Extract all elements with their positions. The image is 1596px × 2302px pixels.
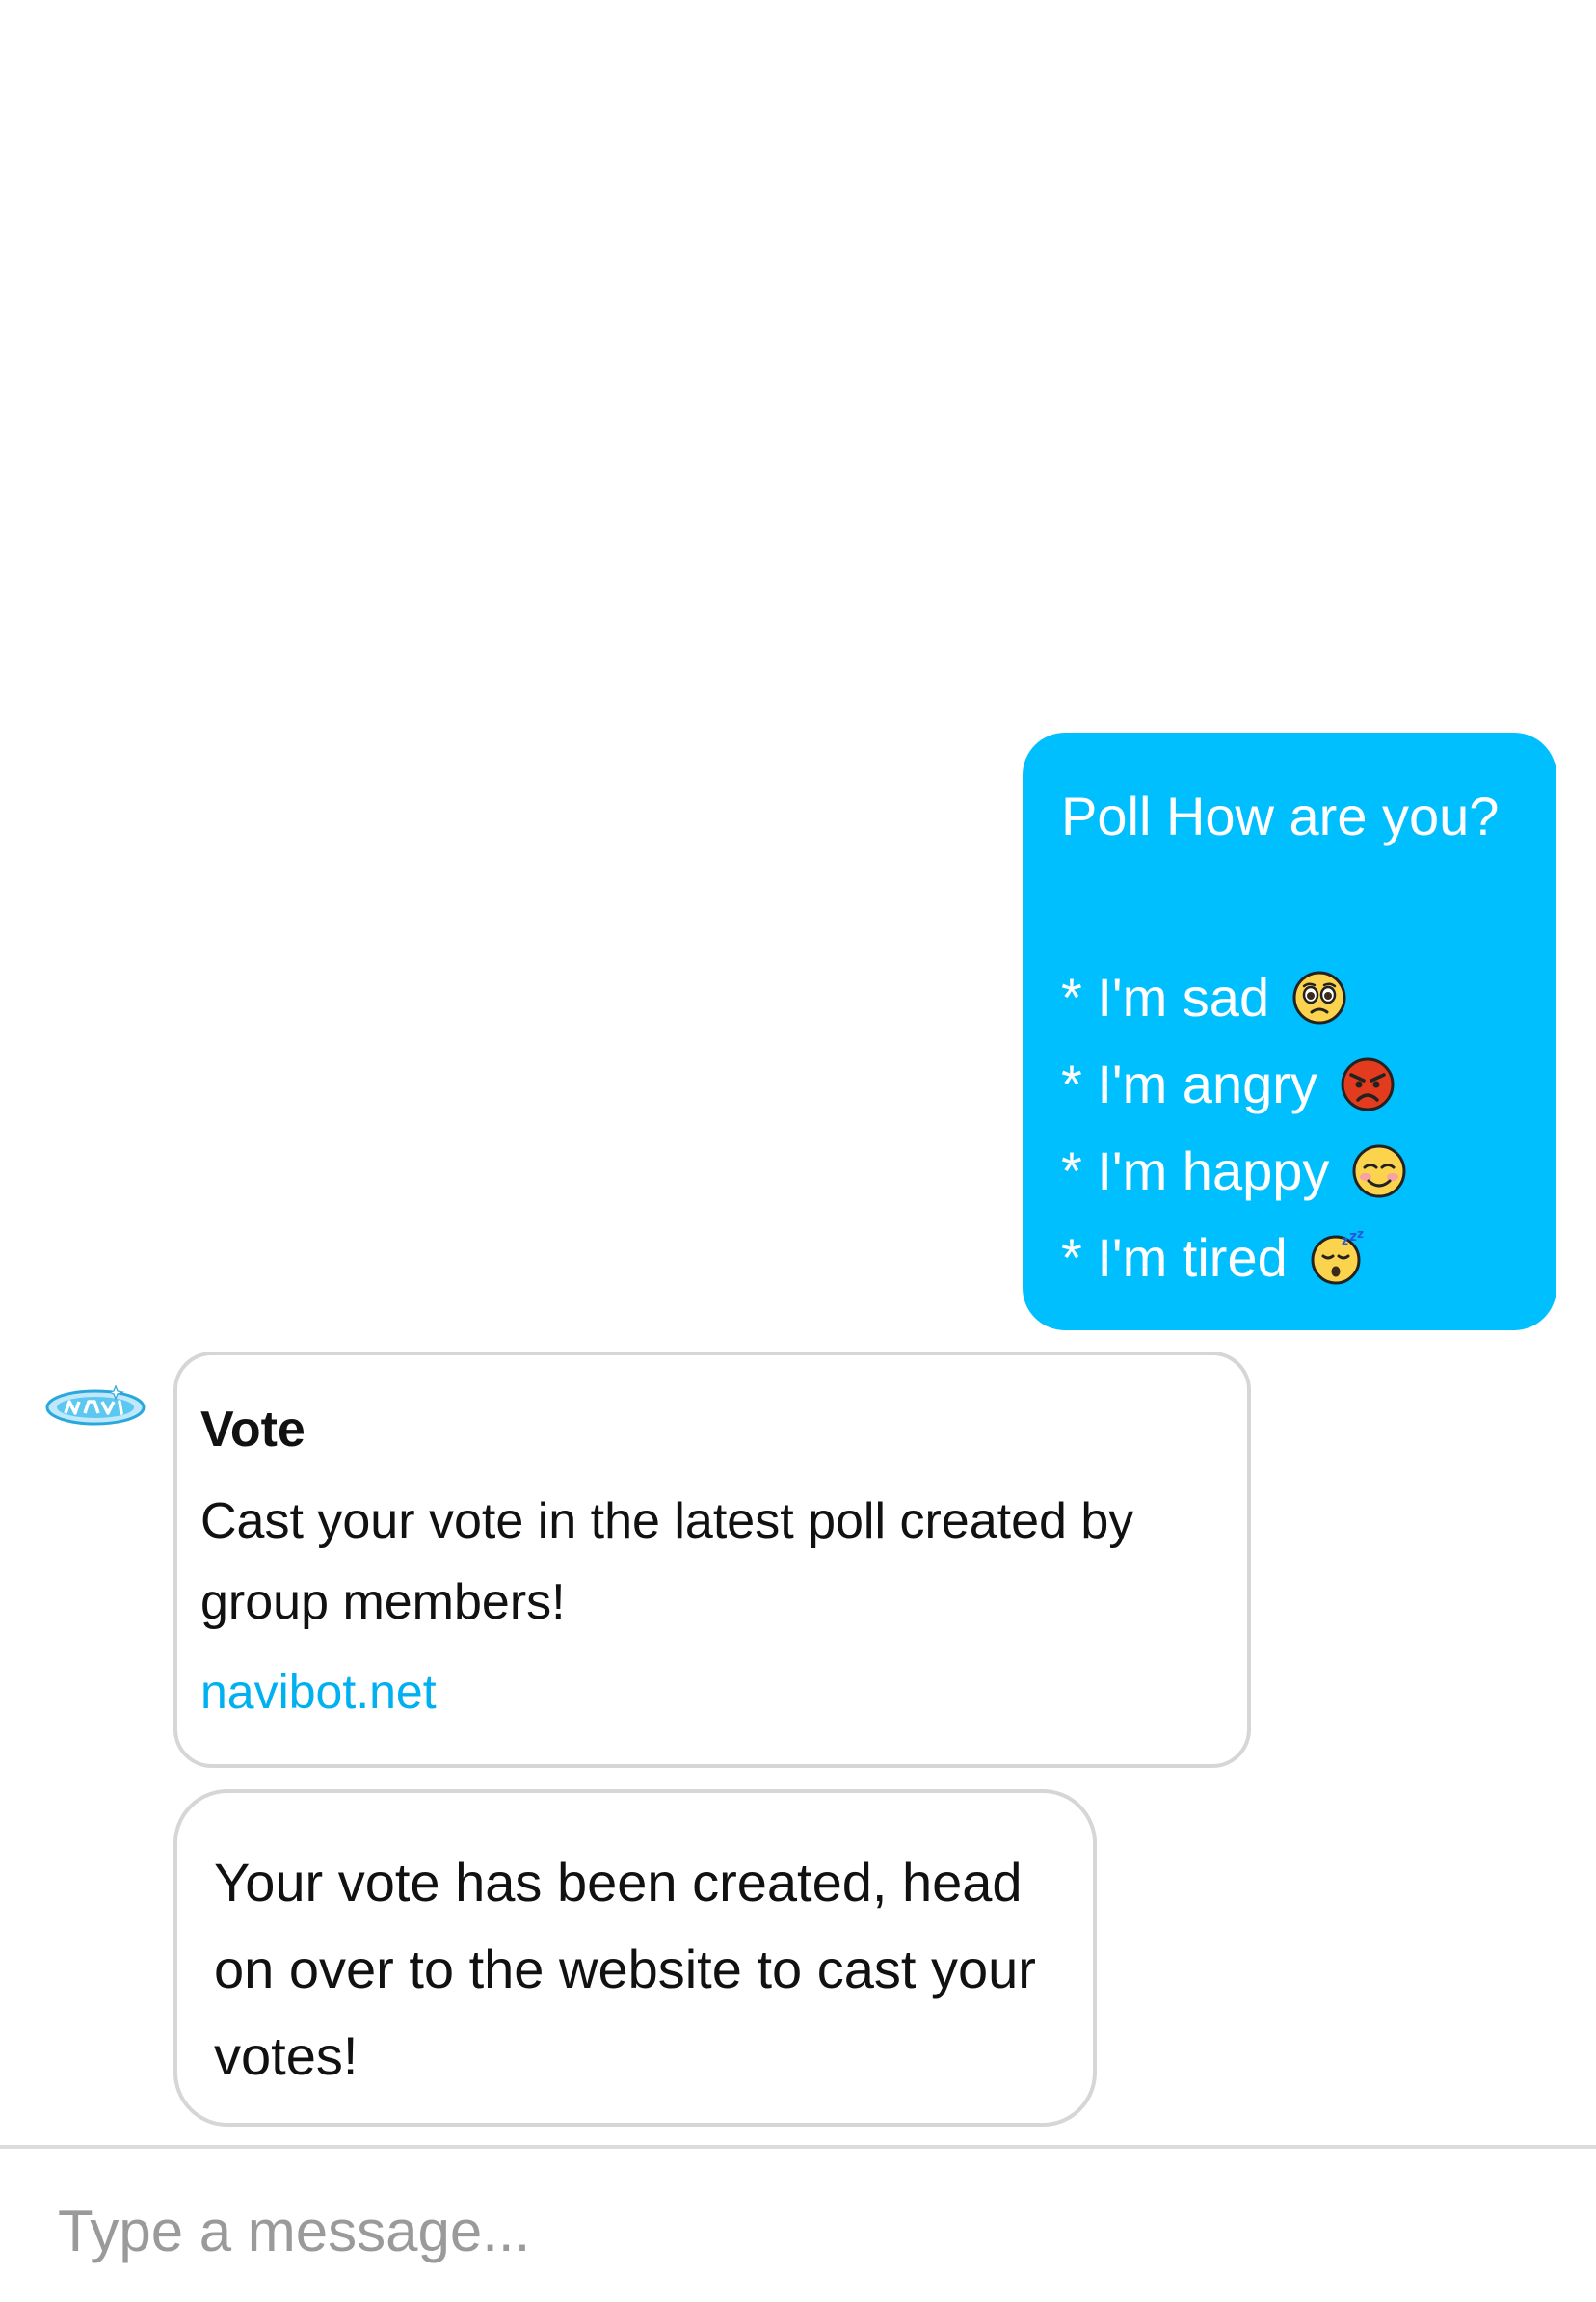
smiling-face-icon: [1350, 1142, 1408, 1200]
vote-card[interactable]: Vote Cast your vote in the latest poll c…: [173, 1352, 1251, 1768]
svg-text:z: z: [1349, 1229, 1357, 1245]
outgoing-message-bubble[interactable]: Poll How are you? * I'm sad * I'm angry …: [1023, 733, 1556, 1330]
poll-question: Poll How are you?: [1061, 786, 1500, 846]
navi-logo-icon: [44, 1380, 146, 1431]
message-input[interactable]: [58, 2187, 1542, 2274]
poll-option-label: * I'm tired: [1061, 1227, 1288, 1288]
poll-options-list: * I'm sad * I'm angry * I'm happy * I'm …: [1061, 954, 1556, 1301]
poll-option: * I'm tired z z z: [1061, 1215, 1556, 1301]
bot-avatar[interactable]: [44, 1380, 146, 1431]
poll-option: * I'm happy: [1061, 1128, 1556, 1215]
svg-text:z: z: [1342, 1234, 1348, 1247]
poll-option: * I'm sad: [1061, 954, 1556, 1041]
incoming-message-bubble[interactable]: Your vote has been created, head on over…: [173, 1789, 1097, 2127]
card-link[interactable]: navibot.net: [200, 1662, 437, 1722]
message-list[interactable]: Poll How are you? * I'm sad * I'm angry …: [0, 0, 1596, 2145]
incoming-message-text: Your vote has been created, head on over…: [214, 1852, 1036, 2086]
chat-screen: Poll How are you? * I'm sad * I'm angry …: [0, 0, 1596, 2302]
angry-face-icon: [1339, 1056, 1396, 1113]
poll-option-label: * I'm angry: [1061, 1054, 1317, 1114]
pleading-face-icon: [1290, 969, 1348, 1027]
card-title: Vote: [200, 1402, 306, 1458]
sleeping-face-icon: z z z: [1309, 1229, 1367, 1287]
poll-option-label: * I'm happy: [1061, 1140, 1330, 1201]
poll-option-label: * I'm sad: [1061, 967, 1270, 1028]
svg-text:z: z: [1357, 1229, 1364, 1241]
poll-option: * I'm angry: [1061, 1041, 1556, 1128]
message-composer: [0, 2145, 1596, 2302]
card-description: Cast your vote in the latest poll create…: [200, 1493, 1134, 1630]
